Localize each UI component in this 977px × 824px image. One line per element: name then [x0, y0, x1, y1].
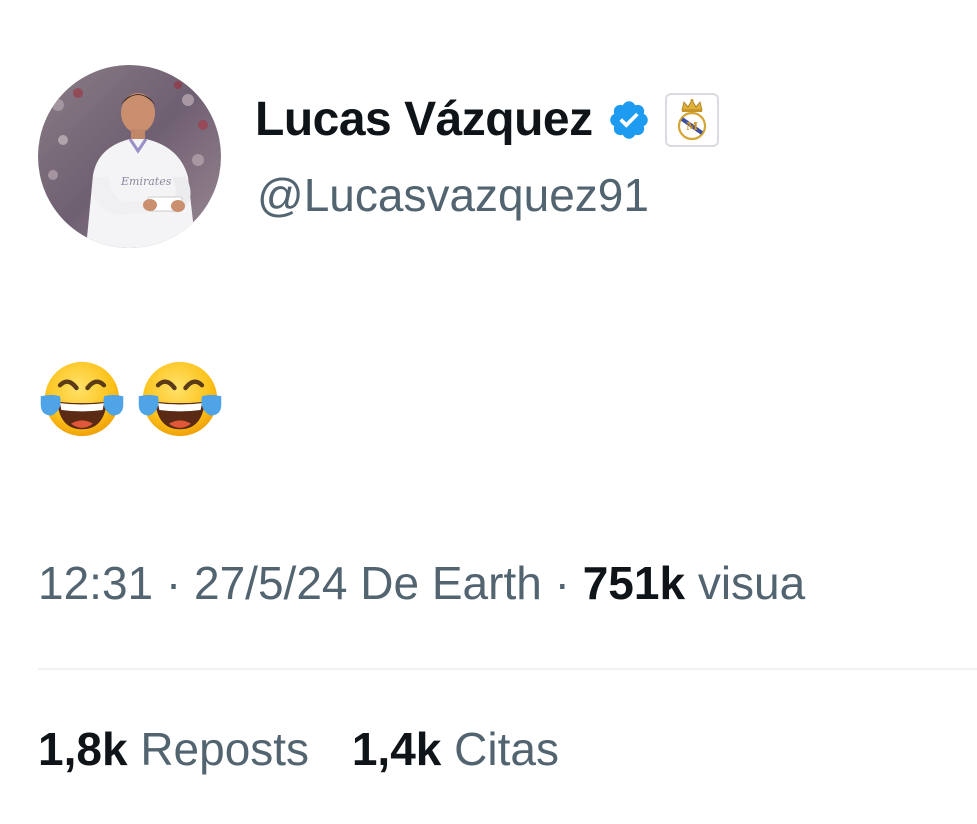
affiliate-badge[interactable]: M [664, 92, 719, 147]
svg-text:M: M [686, 120, 698, 133]
quotes-count: 1,4k [351, 723, 442, 775]
avatar-photo: Emirates [38, 65, 221, 248]
tweet-source: De Earth [360, 557, 542, 609]
svg-text:Emirates: Emirates [120, 175, 172, 188]
tweet-text [38, 355, 234, 443]
tweet-date[interactable]: 27/5/24 [194, 557, 347, 609]
divider [38, 668, 977, 670]
author-handle[interactable]: @Lucasvazquez91 [257, 168, 649, 222]
tweet-meta-row: 12:31 · 27/5/24 De Earth · 751k visua [38, 556, 805, 610]
author-avatar[interactable]: Emirates [38, 65, 221, 248]
reposts-stat[interactable]: 1,8k Reposts [38, 722, 309, 776]
author-name-row: Lucas Vázquez M [255, 92, 719, 147]
face-with-tears-of-joy-icon [138, 361, 222, 437]
tweet-detail-view: Emirates Lucas Vázquez M @Lucasvazquez91… [0, 0, 977, 824]
real-madrid-crest-icon: M [677, 98, 706, 140]
meta-separator: · [554, 557, 570, 609]
author-display-name[interactable]: Lucas Vázquez [255, 92, 593, 147]
quotes-label: Citas [454, 723, 559, 775]
face-with-tears-of-joy-icon [40, 361, 124, 437]
reposts-label: Reposts [140, 723, 310, 775]
verified-badge-icon[interactable] [607, 98, 651, 142]
reposts-count: 1,8k [38, 723, 128, 775]
tweet-time[interactable]: 12:31 [38, 557, 153, 609]
views-count: 751k [582, 557, 686, 609]
meta-separator: · [165, 557, 182, 609]
quotes-stat[interactable]: 1,4k Citas [352, 722, 559, 776]
views-label: visua [697, 557, 806, 609]
tweet-stats-row: 1,8k Reposts 1,4k Citas [38, 722, 589, 776]
